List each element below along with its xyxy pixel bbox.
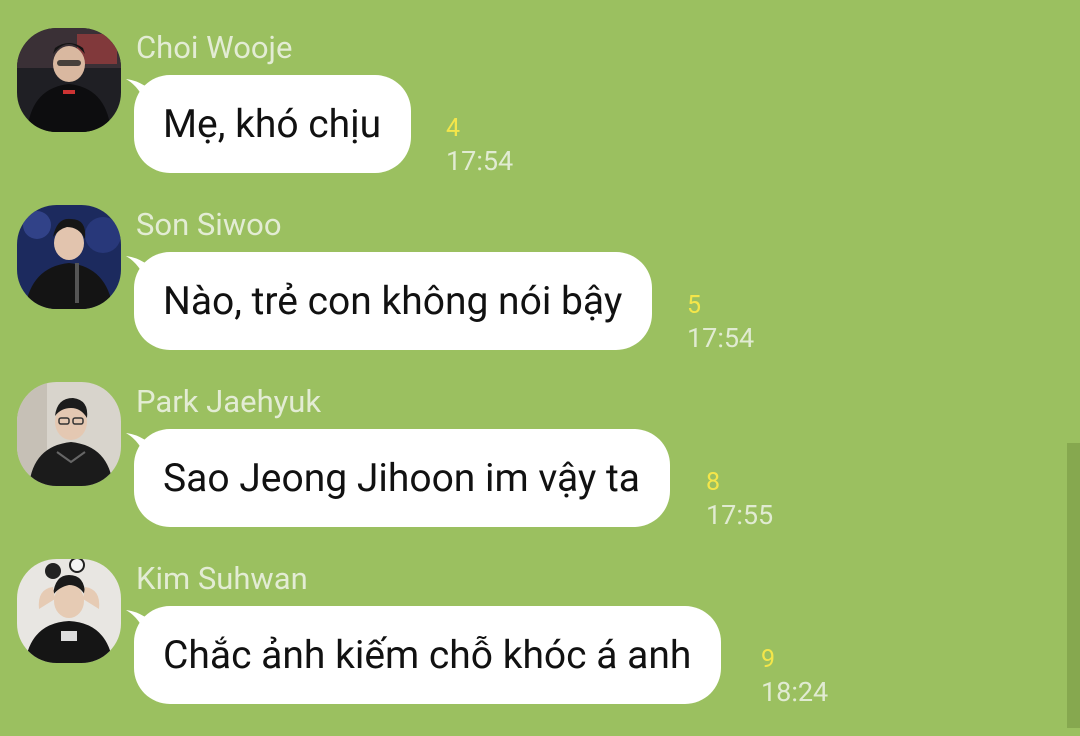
sender-name: Park Jaehyuk <box>136 383 322 420</box>
message-text: Chắc ảnh kiếm chỗ khóc á anh <box>163 632 692 678</box>
message-text: Sao Jeong Jihoon im vậy ta <box>163 455 641 501</box>
sender-name: Son Siwoo <box>136 206 282 243</box>
bubble-tail <box>126 256 160 282</box>
message-bubble[interactable]: Chắc ảnh kiếm chỗ khóc á anh <box>126 606 722 704</box>
profile-photo <box>17 559 121 663</box>
sender-name: Kim Suhwan <box>136 560 308 597</box>
avatar[interactable] <box>17 559 121 663</box>
message-bubble[interactable]: Nào, trẻ con không nói bậy <box>126 252 653 350</box>
message-bubble[interactable]: Mẹ, khó chịu <box>126 75 412 173</box>
bubble-tail <box>126 610 160 636</box>
chat-message: Son Siwoo Nào, trẻ con không nói bậy 5 1… <box>0 205 1060 382</box>
message-time: 17:55 <box>706 499 774 531</box>
message-text: Nào, trẻ con không nói bậy <box>163 278 623 324</box>
avatar[interactable] <box>17 28 121 132</box>
profile-photo <box>17 28 121 132</box>
message-text: Mẹ, khó chịu <box>163 101 382 147</box>
message-bubble[interactable]: Sao Jeong Jihoon im vậy ta <box>126 429 671 527</box>
chat-message: Choi Wooje Mẹ, khó chịu 4 17:54 <box>0 28 1060 205</box>
unread-count: 5 <box>687 291 702 320</box>
bubble-tail <box>126 79 160 105</box>
avatar[interactable] <box>17 205 121 309</box>
unread-count: 9 <box>761 645 776 674</box>
message-time: 17:54 <box>446 145 514 177</box>
scrollbar[interactable] <box>1067 443 1080 728</box>
message-time: 17:54 <box>687 322 755 354</box>
chat-message: Park Jaehyuk Sao Jeong Jihoon im vậy ta … <box>0 382 1060 559</box>
unread-count: 8 <box>706 468 721 497</box>
avatar[interactable] <box>17 382 121 486</box>
bubble-tail <box>126 433 160 459</box>
sender-name: Choi Wooje <box>136 29 293 66</box>
profile-photo <box>17 382 121 486</box>
chat-message: Kim Suhwan Chắc ảnh kiếm chỗ khóc á anh … <box>0 559 1060 736</box>
unread-count: 4 <box>446 114 461 143</box>
profile-photo <box>17 205 121 309</box>
message-time: 18:24 <box>761 676 829 708</box>
